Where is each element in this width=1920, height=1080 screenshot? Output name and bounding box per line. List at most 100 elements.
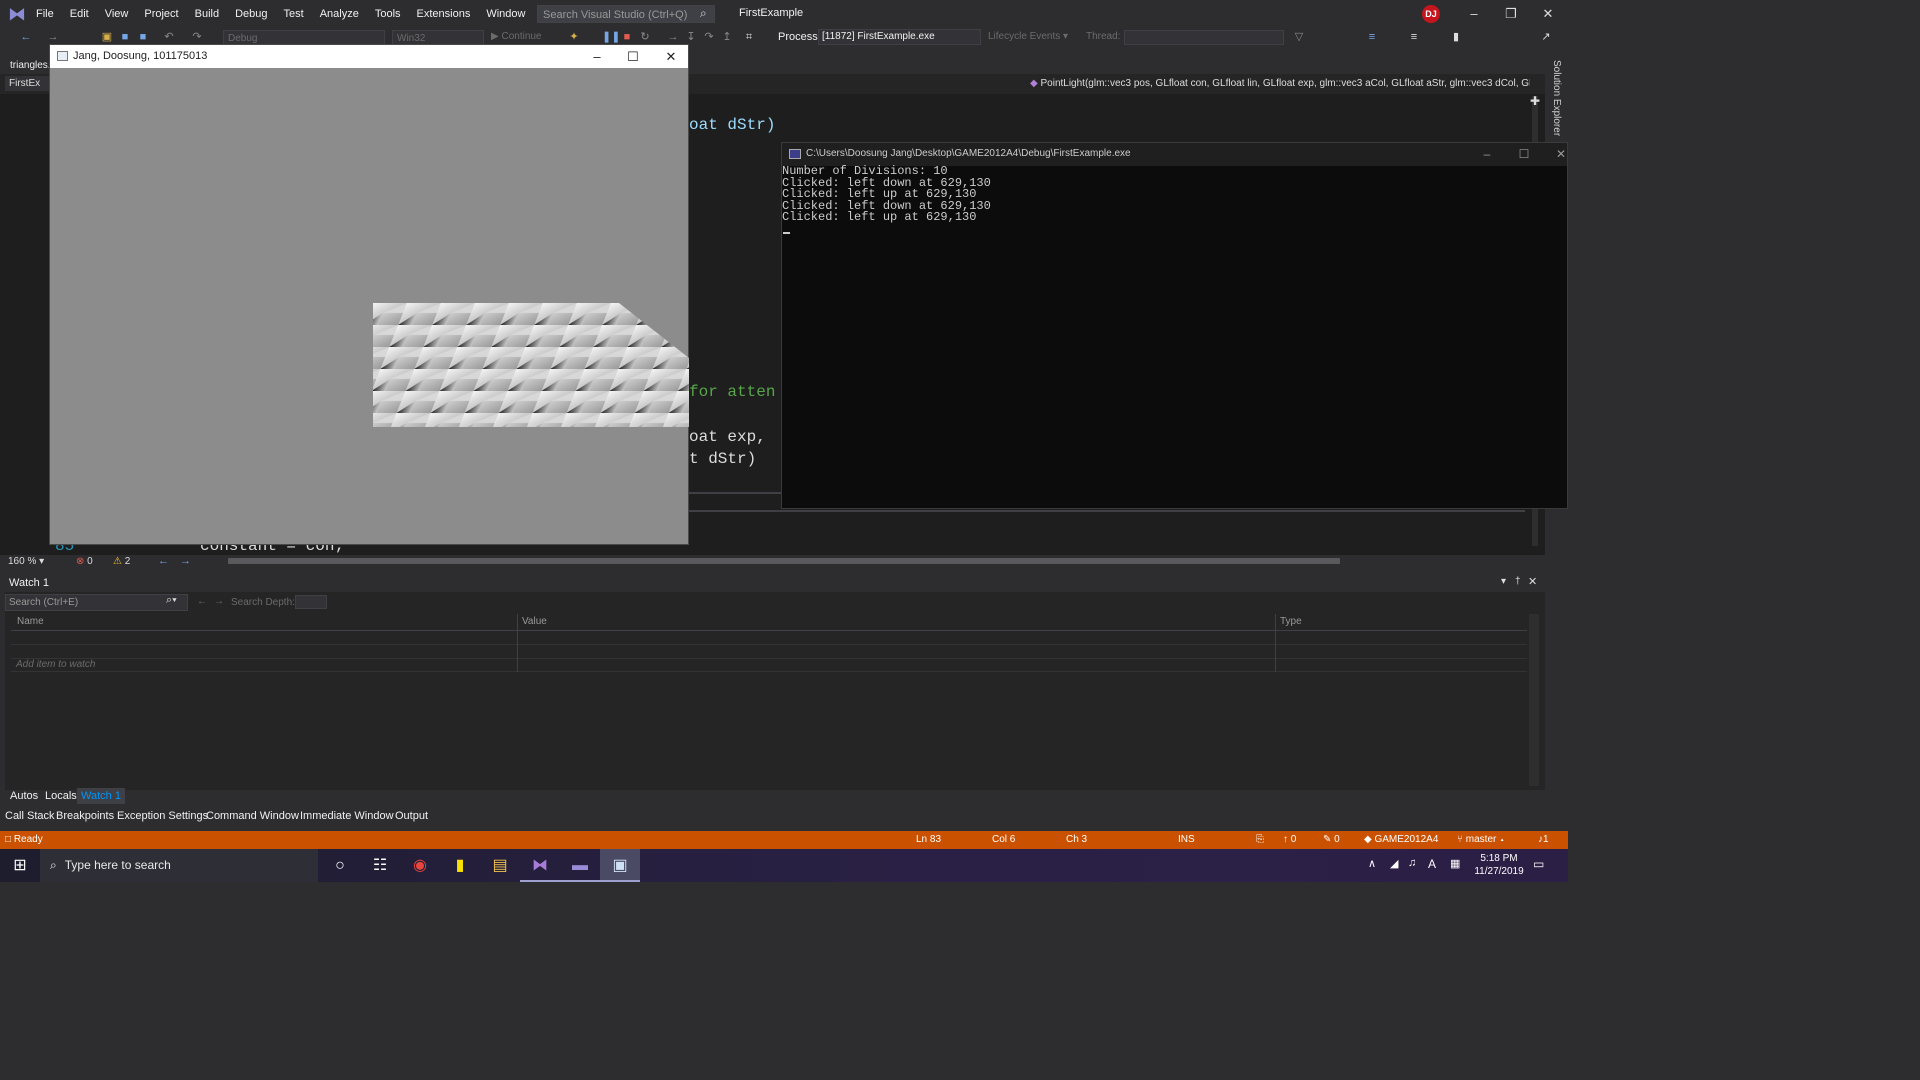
console-window[interactable]: C:\Users\Doosung Jang\Desktop\GAME2012A4… [781,142,1568,509]
warnings-indicator[interactable]: ⚠ 2 [113,556,130,567]
maximize-icon[interactable]: ☐ [1506,145,1542,164]
process-select[interactable]: [11872] FirstExample.exe [818,29,981,45]
input-method-icon[interactable]: A [1428,857,1436,871]
network-icon[interactable]: ◢ [1390,857,1398,870]
search-icon[interactable]: ⌕ [700,6,707,21]
tab-command-window[interactable]: Command Window [206,810,299,822]
menu-tools[interactable]: Tools [367,0,409,28]
solution-explorer-tab[interactable]: Solution Explorer [1545,58,1568,138]
menu-extensions[interactable]: Extensions [409,0,479,28]
visual-studio-taskbar-icon[interactable]: ⧓ [520,849,560,882]
hot-reload-icon[interactable]: ✦ [567,30,581,44]
forward-icon[interactable]: → [46,30,60,44]
source-control-icon[interactable]: ⎘ [1256,834,1264,845]
filter-icon[interactable]: ▽ [1292,30,1306,44]
undo-icon[interactable]: ↶ [162,30,176,44]
unpushed-commits[interactable]: ↑ 0 [1283,834,1296,845]
user-avatar[interactable]: DJ [1422,5,1440,23]
close-icon[interactable]: ✕ [653,47,689,66]
document-tab[interactable]: triangles. [10,60,51,71]
close-icon[interactable]: ✕ [1528,575,1537,588]
show-next-statement-icon[interactable]: → [666,30,680,44]
step-over-icon[interactable]: ↷ [702,30,716,44]
cortana-icon[interactable]: ○ [320,849,360,882]
menu-view[interactable]: View [97,0,137,28]
action-center-icon[interactable]: ▭ [1533,857,1544,871]
live-share-icon[interactable]: ↗ [1539,30,1553,44]
tab-locals[interactable]: Locals [45,790,77,802]
search-back-icon[interactable]: ← [197,596,207,607]
stop-icon[interactable]: ■ [620,30,634,44]
column-name[interactable]: Name [17,616,44,627]
restart-icon[interactable]: ↻ [638,30,652,44]
diagnostics-icon[interactable]: ⌗ [742,30,756,44]
menu-window[interactable]: Window [478,0,533,28]
back-icon[interactable]: ← [19,30,33,44]
search-icon[interactable]: ⌕▾ [166,594,177,607]
minimize-icon[interactable]: – [1469,145,1505,164]
errors-indicator[interactable]: ⊗ 0 [76,556,93,567]
table-row[interactable] [11,658,1527,672]
close-icon[interactable]: ✕ [1543,145,1579,164]
pending-changes[interactable]: ✎ 0 [1323,834,1340,845]
continue-button[interactable]: ▶ Continue [491,31,542,42]
console-output[interactable]: Number of Divisions: 10 Clicked: left dow… [782,165,991,224]
tab-breakpoints[interactable]: Breakpoints [56,810,114,822]
menu-file[interactable]: File [28,0,62,28]
bookmark-icon[interactable]: ▮ [1449,30,1463,44]
show-hidden-icons[interactable]: ∧ [1368,857,1376,870]
tab-output[interactable]: Output [395,810,428,822]
search-forward-icon[interactable]: → [214,596,224,607]
lifecycle-events-button[interactable]: Lifecycle Events ▾ [988,31,1068,42]
console-taskbar-icon[interactable]: ▬ [560,849,600,882]
task-view-icon[interactable]: ☷ [360,849,400,882]
opengl-window-titlebar[interactable]: Jang, Doosung, 101175013 – ☐ ✕ [50,45,688,68]
column-value[interactable]: Value [522,616,547,627]
table-row[interactable] [11,631,1527,645]
opengl-window[interactable]: Jang, Doosung, 101175013 – ☐ ✕ [49,44,689,545]
volume-icon[interactable]: ♫ [1408,857,1416,869]
minimize-icon[interactable]: – [579,47,615,66]
menu-edit[interactable]: Edit [62,0,97,28]
pin-icon[interactable]: † [1515,576,1521,587]
prev-issue-icon[interactable]: ← [158,555,169,567]
restore-icon[interactable]: ❐ [1493,4,1529,24]
config-select[interactable]: Debug [223,30,385,45]
maximize-icon[interactable]: ☐ [615,47,651,66]
menu-build[interactable]: Build [187,0,227,28]
column-type[interactable]: Type [1280,616,1302,627]
step-out-icon[interactable]: ↥ [720,30,734,44]
next-issue-icon[interactable]: → [180,555,191,567]
panel-menu-icon[interactable]: ▾ [1501,576,1506,587]
taskbar-search[interactable]: ⌕ Type here to search [40,849,318,882]
table-row[interactable] [11,645,1527,659]
split-icon[interactable]: ✚ [1530,94,1540,108]
tab-autos[interactable]: Autos [10,790,38,802]
menu-analyze[interactable]: Analyze [312,0,367,28]
zoom-select[interactable]: 160 % ▾ [8,556,44,567]
visual-studio-logo-icon[interactable]: ⧓ [6,4,28,24]
watch-search-input[interactable]: Search (Ctrl+E) [5,594,188,611]
save-all-icon[interactable]: ■ [136,30,150,44]
kakaotalk-icon[interactable]: ▮ [440,849,480,882]
windows-start-icon[interactable]: ⊞ [0,849,40,882]
column-divider[interactable] [517,614,518,672]
horizontal-scrollbar[interactable] [228,558,1340,564]
redo-icon[interactable]: ↷ [190,30,204,44]
platform-select[interactable]: Win32 [392,30,484,45]
show-threads-icon[interactable]: ≡ [1365,30,1379,44]
console-titlebar[interactable]: C:\Users\Doosung Jang\Desktop\GAME2012A4… [782,143,1567,166]
align-icon[interactable]: ≡ [1407,30,1421,44]
project-nav-dropdown[interactable]: FirstEx [5,76,55,91]
step-into-icon[interactable]: ↧ [684,30,698,44]
menu-debug[interactable]: Debug [227,0,275,28]
opengl-taskbar-icon[interactable]: ▣ [600,849,640,882]
vs-search-input[interactable]: Search Visual Studio (Ctrl+Q) [537,5,715,23]
thread-select[interactable] [1124,30,1284,45]
search-depth-select[interactable] [295,595,327,609]
tab-watch-1[interactable]: Watch 1 [77,788,125,804]
language-icon[interactable]: ▦ [1450,857,1460,870]
watch-vertical-scrollbar[interactable] [1529,614,1539,786]
open-folder-icon[interactable]: ▣ [100,30,114,44]
file-explorer-icon[interactable]: ▤ [480,849,520,882]
